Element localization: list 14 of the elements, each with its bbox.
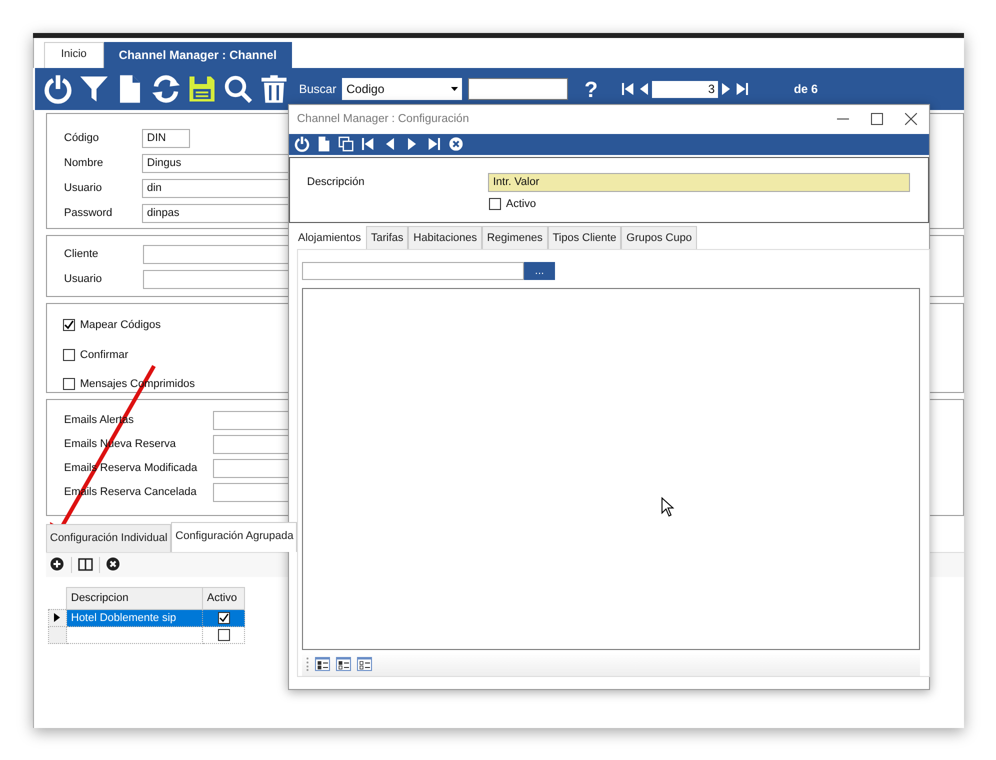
checkbox-label: Confirmar <box>80 348 128 362</box>
record-total: de 6 <box>794 81 818 98</box>
checkbox-label: Activo <box>506 196 536 212</box>
checkbox-label: Mapear Códigos <box>80 318 161 333</box>
search-label: Buscar <box>299 81 336 98</box>
field-label: Usuario <box>63 272 103 288</box>
field-label: Password <box>63 206 114 222</box>
field-label: Usuario <box>63 181 103 196</box>
table-cell: Hotel Doblemente sip <box>66 609 202 626</box>
field-label: Cliente <box>63 247 100 262</box>
field-label: Código <box>63 131 100 146</box>
window-title: Channel Manager : Configuración <box>297 112 469 127</box>
field-label: Descripción <box>307 174 366 190</box>
field-label: Nombre <box>63 156 104 172</box>
